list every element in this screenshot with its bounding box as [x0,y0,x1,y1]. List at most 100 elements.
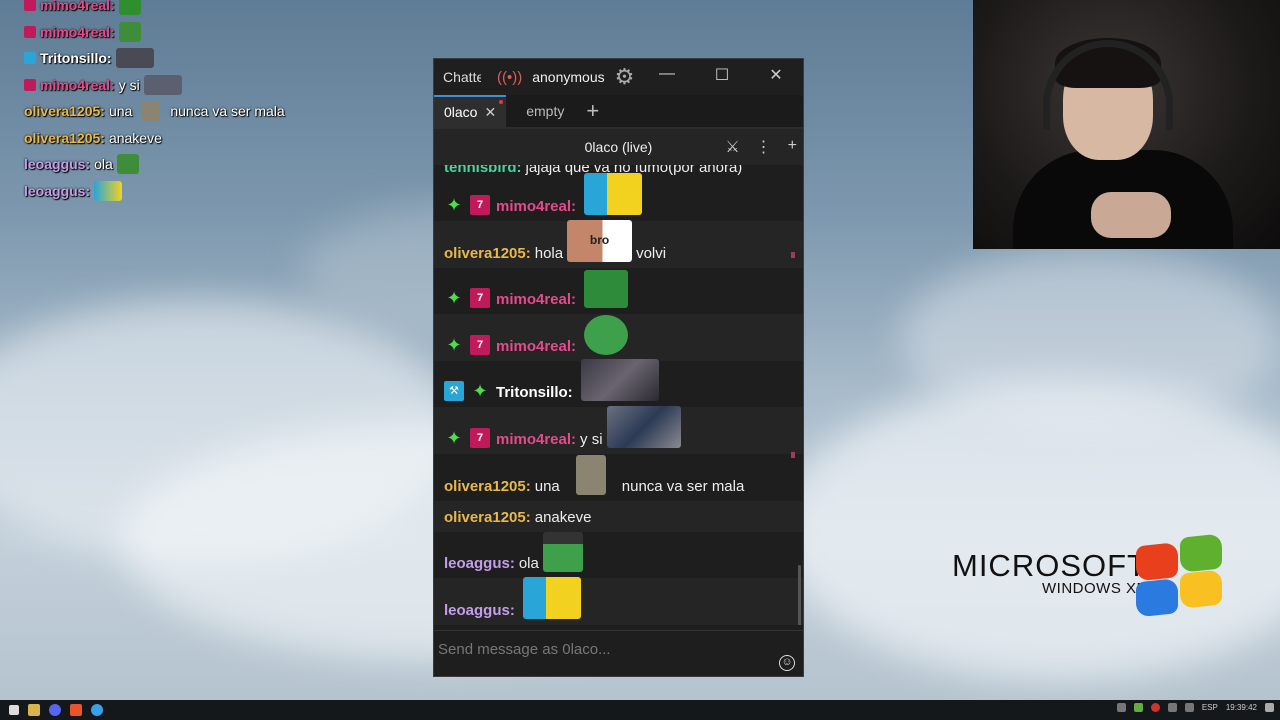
username[interactable]: olivera1205: [444,478,531,495]
overlay-username: Tritonsillo: [40,50,112,67]
username[interactable]: olivera1205: [444,245,531,262]
brave-icon[interactable] [70,704,82,716]
username[interactable]: leoaggus: [444,555,515,572]
account-switcher[interactable]: anonymous [532,69,604,85]
add-split-icon[interactable]: + [788,137,797,157]
close-button[interactable]: ✕ [756,65,796,85]
tab-empty[interactable]: empty [506,95,574,127]
mod-badge-icon [24,52,36,65]
bird-emote-icon [522,577,581,619]
antivirus-icon[interactable] [1150,703,1160,712]
emoji-picker-icon[interactable]: ☺ [779,655,795,671]
username[interactable]: leoaggus: [444,602,515,619]
discord-icon[interactable] [49,704,61,716]
sparkle-badge-icon: ✦ [446,428,462,448]
message-text: hola [534,245,564,262]
message-input[interactable]: Send message as 0laco... ☺ [434,630,803,676]
unread-marker [791,252,795,258]
photo-emote-icon [143,74,182,95]
overlay-line: Tritonsillo: [24,45,344,72]
tab-bar: 0laco ✕ empty + [434,95,803,129]
chat-message[interactable]: ✦ 7 mimo4real: [434,314,803,361]
pepe-emote-icon [116,154,139,175]
gear-icon[interactable]: ⚙ [615,64,635,90]
pepe-laugh-emote-icon [584,315,629,355]
chat-message[interactable]: ✦ 7 mimo4real: [434,173,803,221]
close-tab-icon[interactable]: ✕ [484,104,496,121]
chat-message[interactable]: ✦ 7 mimo4real: y si [434,406,803,454]
channel-header[interactable]: 0laco (live) ⚔ ⋮ + [434,129,803,165]
title-bar[interactable]: Chatterino ((•)) anonymous ⚙ — ☐ ✕ [434,59,803,95]
username[interactable]: mimo4real: [496,338,576,355]
nvidia-icon[interactable] [1133,703,1143,712]
maximize-button[interactable]: ☐ [702,65,742,85]
username[interactable]: Tritonsillo: [496,384,573,401]
overlay-username: olivera1205: [24,103,105,120]
sub-badge-icon [24,0,36,12]
windows-flag-icon [1132,533,1224,619]
sparkle-badge-icon: ✦ [446,288,462,308]
clock[interactable]: 19:39:42 [1226,703,1257,712]
overlay-username: mimo4real: [40,23,115,40]
notifications-icon[interactable] [1265,703,1274,712]
message-text: anakeve [534,509,592,526]
chat-message[interactable]: leoaggus: [434,577,803,625]
chat-message[interactable]: ✦ 7 mimo4real: [434,268,803,314]
add-tab-button[interactable]: + [586,98,599,124]
stone-emote-icon [142,101,161,122]
overlay-line: leoaggus: ola [24,151,344,178]
overlay-line: mimo4real: [24,0,344,19]
tray-app-icon[interactable] [1116,703,1126,712]
message-text: volvi [636,245,667,262]
more-options-icon[interactable]: ⋮ [756,137,772,157]
scrollbar[interactable] [798,565,801,625]
overlay-text: una [108,103,133,120]
chatterino-taskbar-icon[interactable] [91,704,103,716]
overlay-line: leoaggus: [24,178,344,205]
windows-xp-logo: MICROSOFT WINDOWS XP [952,548,1147,597]
live-dot-icon [499,100,504,104]
start-button-icon[interactable] [9,705,19,715]
network-icon[interactable] [1167,703,1177,712]
chat-message[interactable]: ⚒ ✦ Tritonsillo: [434,359,803,407]
message-text: nunca va ser mala [621,478,745,495]
cloud [900,250,1280,430]
pepe-hat-emote-icon [542,532,583,572]
chat-message[interactable]: olivera1205: anakeve [434,501,803,532]
username[interactable]: mimo4real: [496,431,576,448]
system-tray: ESP 19:39:42 [1116,703,1274,712]
sub-badge-icon [24,78,36,91]
live-indicator-icon: ((•)) [497,68,523,86]
tab-0laco[interactable]: 0laco ✕ [434,95,507,127]
sub-badge-icon [24,25,36,38]
flag-red [1136,542,1178,582]
chat-message[interactable]: olivera1205: una nunca va ser mala [434,454,803,501]
message-text: ola [518,555,539,572]
sparkle-badge-icon: ✦ [446,335,462,355]
chat-message[interactable]: olivera1205: hola bro volvi [434,220,803,268]
overlay-username: mimo4real: [40,0,115,14]
input-placeholder: Send message as 0laco... [438,641,611,658]
overlay-text: ola [94,156,113,173]
sub-badge-icon: 7 [470,335,490,355]
overlay-username: leoaggus: [24,156,91,173]
language-indicator[interactable]: ESP [1202,703,1218,712]
minimize-button[interactable]: — [647,65,687,83]
explorer-icon[interactable] [28,704,40,716]
overlay-username: mimo4real: [40,76,115,93]
photo-emote-icon [115,48,154,69]
chat-message[interactable]: leoaggus: ola [434,532,803,578]
message-list[interactable]: tennisbird: jajaja que va no fumo(por ah… [434,165,803,625]
overlay-line: olivera1205: una nunca va ser mala [24,98,344,125]
username[interactable]: tennisbird: [444,165,522,176]
flag-yellow [1180,569,1222,609]
overlay-line: mimo4real: [24,19,344,46]
username[interactable]: mimo4real: [496,198,576,215]
username[interactable]: olivera1205: [444,509,531,526]
username[interactable]: mimo4real: [496,291,576,308]
volume-icon[interactable] [1184,703,1194,712]
overlay-line: olivera1205: anakeve [24,125,344,152]
sub-badge-icon: 7 [470,288,490,308]
moderation-sword-icon[interactable]: ⚔ [725,137,739,157]
pepe-emote-icon [118,21,141,42]
